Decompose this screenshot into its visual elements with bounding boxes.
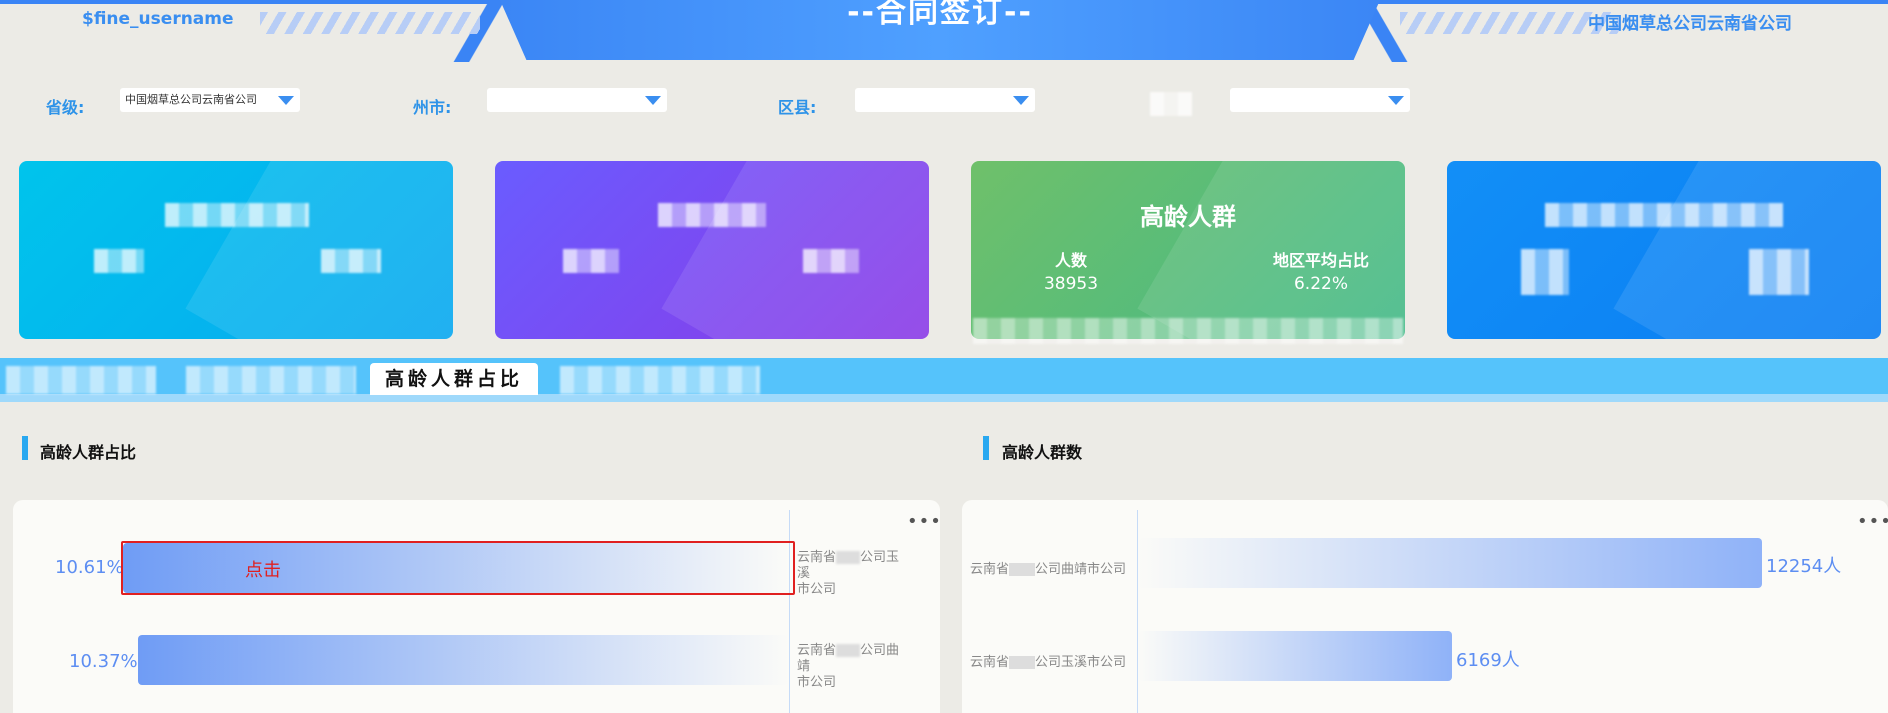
card-decoration (185, 161, 453, 339)
category-label-part: 云南省 (797, 643, 837, 658)
bar-yuxi[interactable] (1138, 631, 1452, 681)
category-label-qujing: 云南省 公司曲靖市公司 (970, 562, 1126, 578)
stat-card-elderly[interactable]: 高龄人群 人数 38953 地区平均占比 6.22% (971, 161, 1405, 339)
tab-redacted-2[interactable] (186, 366, 356, 394)
username-label: $fine_username (82, 9, 234, 29)
count-value: 38953 (1043, 274, 1099, 294)
category-label-qujing: 云南省 公司曲靖 市公司 (797, 643, 907, 691)
left-section-title: 高龄人群占比 (40, 443, 137, 462)
stat-card-1[interactable] (19, 161, 453, 339)
county-filter-label: 区县: (778, 98, 817, 117)
chevron-down-icon[interactable] (1388, 96, 1404, 105)
category-label-part: 公司玉溪市公司 (1035, 655, 1127, 670)
city-filter-label: 州市: (413, 98, 452, 117)
card-title: 高龄人群 (1140, 202, 1236, 231)
click-highlight-box[interactable] (121, 541, 795, 595)
redacted-text (836, 551, 861, 564)
more-menu-icon[interactable]: ••• (1857, 513, 1888, 531)
header-left-stripes (260, 12, 480, 34)
redacted-card-value (563, 249, 619, 273)
more-menu-icon[interactable]: ••• (907, 513, 942, 531)
redacted-card-title (658, 203, 766, 227)
card-decoration (1613, 161, 1881, 339)
chevron-down-icon[interactable] (278, 96, 294, 105)
count-label: 人数 (1054, 251, 1087, 270)
redacted-card-value (321, 249, 381, 273)
redacted-card-value (1521, 249, 1569, 295)
click-hint: 点击 (245, 560, 281, 581)
redacted-card-title (1545, 203, 1783, 227)
redacted-card-value (1749, 249, 1809, 295)
category-label-part: 云南省 (970, 655, 1010, 670)
city-select[interactable] (487, 88, 667, 112)
bar-value-label: 10.37% (69, 651, 138, 672)
tab-strip-underline (0, 394, 1888, 402)
ratio-label: 地区平均占比 (1272, 251, 1369, 270)
category-label-part: 公司曲靖市公司 (1035, 562, 1127, 577)
bar-qujing[interactable] (1138, 538, 1762, 588)
fourth-select[interactable] (1230, 88, 1410, 112)
redacted-text (1009, 563, 1036, 576)
redacted-text (836, 644, 861, 657)
category-label-part: 云南省 (797, 550, 837, 565)
category-label-part: 市公司 (797, 582, 837, 597)
chevron-down-icon[interactable] (645, 96, 661, 105)
bar-value-label: 12254人 (1766, 556, 1842, 577)
organization-label: 中国烟草总公司云南省公司 (1588, 14, 1792, 34)
tab-elderly-ratio[interactable]: 高龄人群占比 (370, 363, 538, 395)
chevron-down-icon[interactable] (1013, 96, 1029, 105)
province-select[interactable]: 中国烟草总公司云南省公司 (120, 88, 300, 112)
elderly-ratio-chart-panel: ••• 10.61% 点击 云南省 公司玉溪 市公司 10.37% 云南省 公司曲靖… (13, 500, 942, 713)
category-label-part: 云南省 (970, 562, 1010, 577)
tab-redacted-1[interactable] (6, 366, 156, 394)
right-section-title: 高龄人群数 (1002, 443, 1083, 462)
bar-value-label: 10.61% (55, 557, 124, 578)
bar-value-label: 6169人 (1456, 650, 1520, 671)
province-filter-label: 省级: (46, 98, 85, 117)
category-label-part: 市公司 (797, 675, 837, 690)
county-select[interactable] (855, 88, 1035, 112)
section-marker (983, 436, 989, 460)
elderly-count-chart-panel: ••• 云南省公司曲靖市公司 12254人 云南省公司玉溪市公司 6169人 (962, 500, 1888, 713)
province-select-value: 中国烟草总公司云南省公司 (125, 93, 257, 106)
redacted-text (1009, 656, 1036, 669)
redacted-card-value (94, 249, 144, 273)
redacted-filter-label (1150, 92, 1192, 116)
bar-qujing[interactable] (138, 635, 789, 685)
stat-card-4[interactable] (1447, 161, 1881, 339)
redacted-card-title (165, 203, 309, 227)
page-title: --合同签订-- (847, 0, 1033, 30)
redacted-card-value (803, 249, 859, 273)
ratio-value: 6.22% (1293, 274, 1348, 294)
section-marker (22, 436, 28, 460)
tab-redacted-3[interactable] (560, 366, 760, 394)
category-label-yuxi: 云南省 公司玉溪 市公司 (797, 550, 907, 598)
card-decoration (661, 161, 929, 339)
stat-card-2[interactable] (495, 161, 929, 339)
header-right-stripes (1400, 12, 1620, 34)
category-label-yuxi: 云南省 公司玉溪市公司 (970, 655, 1126, 671)
redacted-card-caption (973, 318, 1403, 344)
